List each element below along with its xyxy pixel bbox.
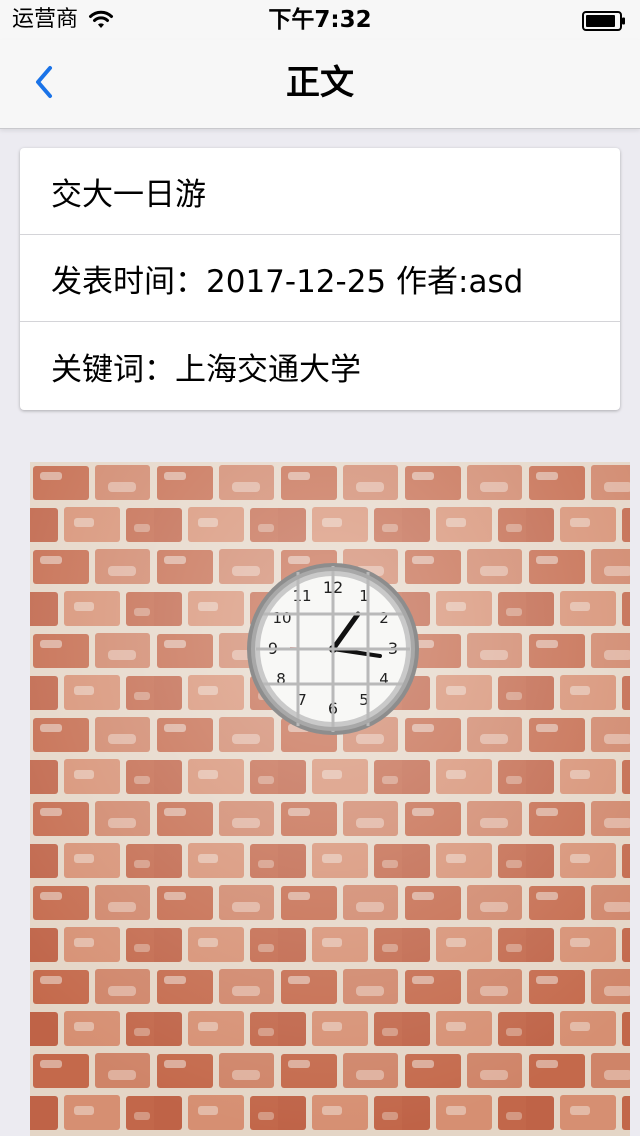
svg-text:2: 2: [379, 609, 389, 627]
article-info-card: 交大一日游 发表时间：2017-12-25 作者:asd 关键词：上海交通大学: [20, 148, 620, 410]
article-keywords-row: 关键词：上海交通大学: [20, 322, 620, 410]
wall-clock: 12 1 2 3 4 5 6 7 8 9 10 11: [247, 563, 419, 735]
svg-text:10: 10: [272, 609, 291, 627]
page-title: 正文: [286, 63, 354, 103]
svg-text:11: 11: [292, 587, 311, 605]
article-meta-row: 发表时间：2017-12-25 作者:asd: [20, 235, 620, 322]
article-title-row: 交大一日游: [20, 148, 620, 235]
article-image: 12 1 2 3 4 5 6 7 8 9 10 11: [30, 462, 630, 1136]
brick-wall-clock-image: 12 1 2 3 4 5 6 7 8 9 10 11: [30, 462, 630, 1136]
battery-icon: [582, 11, 625, 31]
status-time: 下午7:32: [268, 7, 372, 33]
article-title: 交大一日游: [51, 176, 206, 213]
article-meta: 发表时间：2017-12-25 作者:asd: [51, 263, 524, 300]
article-keywords: 关键词：上海交通大学: [51, 351, 361, 388]
status-bar: 运营商 下午7:32: [0, 0, 640, 40]
nav-bar: 正文: [0, 40, 640, 129]
